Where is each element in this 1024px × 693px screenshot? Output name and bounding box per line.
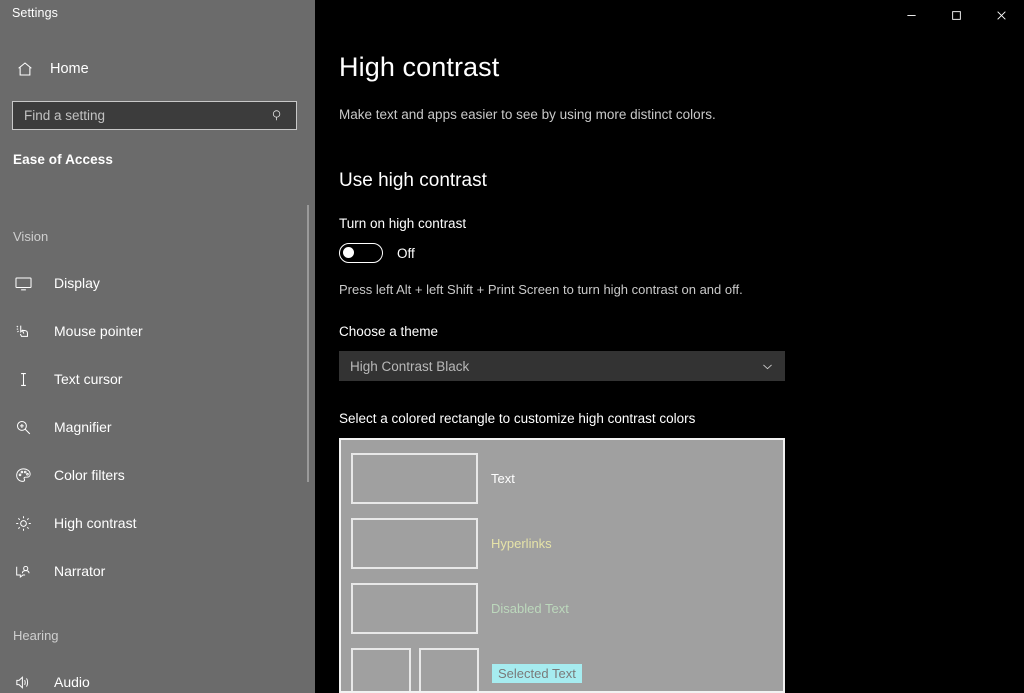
sidebar-item-label: Display (54, 275, 100, 291)
sidebar-content: Home Ease of Access Vision (0, 0, 315, 693)
page-title: High contrast (339, 52, 500, 82)
sidebar-item-label: Narrator (54, 563, 106, 579)
toggle-label: Turn on high contrast (339, 216, 467, 231)
customize-label: Select a colored rectangle to customize … (339, 411, 696, 426)
monitor-icon (14, 274, 33, 293)
narrator-icon (14, 562, 33, 581)
title-bar: Settings (0, 0, 1024, 32)
sidebar-item-label: Magnifier (54, 419, 112, 435)
sidebar-item-color-filters[interactable]: Color filters (0, 455, 305, 495)
theme-dropdown[interactable]: High Contrast Black (339, 351, 785, 381)
sidebar-group-heading-vision: Vision (13, 229, 49, 244)
sidebar-item-display[interactable]: Display (0, 263, 305, 303)
color-row-text: Text (341, 446, 783, 511)
search-box[interactable] (12, 101, 297, 130)
sidebar-item-home[interactable]: Home (10, 53, 290, 85)
minimize-button[interactable] (889, 0, 934, 30)
close-button[interactable] (979, 0, 1024, 30)
shortcut-hint: Press left Alt + left Shift + Print Scre… (339, 282, 743, 297)
color-swatch[interactable] (351, 583, 478, 634)
color-swatch[interactable] (351, 518, 478, 569)
color-row-hyperlinks: Hyperlinks (341, 511, 783, 576)
color-row-selected-text: Selected Text (341, 641, 783, 691)
sidebar-item-high-contrast[interactable]: High contrast (0, 503, 305, 543)
home-icon (16, 60, 34, 78)
sidebar-scrollbar[interactable] (307, 205, 309, 482)
sidebar-item-mouse-pointer[interactable]: Mouse pointer (0, 311, 305, 351)
window-title: Settings (12, 6, 58, 20)
sidebar-item-label: High contrast (54, 515, 137, 531)
maximize-button[interactable] (934, 0, 979, 30)
sidebar-item-magnifier[interactable]: Magnifier (0, 407, 305, 447)
sidebar-category-title: Ease of Access (13, 152, 113, 167)
sidebar: Home Ease of Access Vision (0, 0, 315, 693)
sidebar-item-label: Audio (54, 674, 90, 690)
sidebar-item-audio[interactable]: Audio (0, 662, 305, 693)
main-content: High contrast Make text and apps easier … (315, 0, 1024, 693)
theme-selected-value: High Contrast Black (350, 358, 470, 374)
color-swatch[interactable] (351, 453, 478, 504)
toggle-state-label: Off (397, 245, 415, 261)
color-row-disabled-text: Disabled Text (341, 576, 783, 641)
color-row-label: Selected Text (492, 664, 582, 683)
mouse-pointer-icon (14, 322, 33, 341)
window-controls (889, 0, 1024, 30)
search-input[interactable] (13, 102, 264, 129)
sidebar-home-label: Home (50, 61, 89, 77)
sidebar-item-narrator[interactable]: Narrator (0, 551, 305, 591)
palette-icon (14, 466, 33, 485)
color-swatch[interactable] (419, 648, 479, 691)
color-customize-panel: Text Hyperlinks Disabled Text Selected T… (339, 438, 785, 693)
brightness-icon (14, 514, 33, 533)
magnifier-icon (14, 418, 33, 437)
sidebar-item-label: Text cursor (54, 371, 123, 387)
section-heading: Use high contrast (339, 170, 487, 191)
sidebar-group-heading-hearing: Hearing (13, 628, 59, 643)
color-row-label: Hyperlinks (491, 536, 552, 551)
sidebar-item-label: Mouse pointer (54, 323, 143, 339)
color-row-label: Disabled Text (491, 601, 569, 616)
settings-window: Home Ease of Access Vision (0, 0, 1024, 693)
toggle-knob (343, 247, 354, 258)
theme-label: Choose a theme (339, 324, 439, 339)
sidebar-item-text-cursor[interactable]: Text cursor (0, 359, 305, 399)
color-row-label: Text (491, 471, 515, 486)
search-icon[interactable] (264, 108, 290, 123)
page-description: Make text and apps easier to see by usin… (339, 107, 716, 122)
high-contrast-toggle-row: Off (339, 243, 415, 263)
high-contrast-toggle[interactable] (339, 243, 383, 263)
chevron-down-icon (760, 359, 775, 374)
sidebar-item-label: Color filters (54, 467, 125, 483)
speaker-icon (14, 673, 33, 692)
text-cursor-icon (14, 370, 33, 389)
color-swatch[interactable] (351, 648, 411, 691)
